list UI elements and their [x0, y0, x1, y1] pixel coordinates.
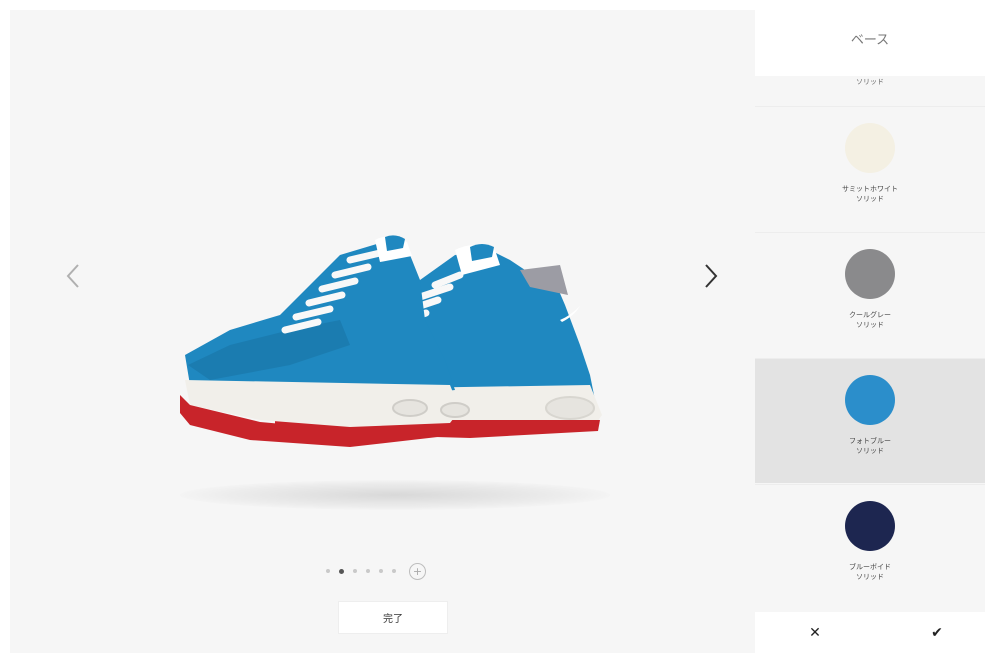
swatch-finish: ソリッド	[856, 195, 884, 203]
plus-circle-icon[interactable]: +	[409, 562, 426, 580]
pagination-dot[interactable]	[353, 569, 357, 573]
swatch-photo-blue-selected[interactable]: フォトブルー ソリッド	[755, 358, 985, 483]
pagination-dot[interactable]	[326, 569, 330, 573]
done-button[interactable]: 完了	[338, 601, 448, 634]
swatch-finish: ソリッド	[856, 573, 884, 581]
swatch-circle	[845, 123, 895, 173]
swatch-color-name: クールグレー	[849, 311, 891, 319]
swatch-finish: ソリッド	[856, 447, 884, 455]
pagination-dot[interactable]	[366, 569, 370, 573]
color-options-panel: ベース ソリッド サミットホワイト ソリッド クールグレー ソリッド フォトブル…	[755, 0, 985, 653]
swatch-cool-grey[interactable]: クールグレー ソリッド	[755, 232, 985, 357]
chevron-right-icon	[705, 264, 718, 288]
pagination-dot-active[interactable]	[339, 568, 344, 574]
front-shoe	[180, 235, 470, 447]
panel-title: ベース	[755, 0, 985, 76]
confirm-button[interactable]: ✔	[917, 620, 957, 646]
swatch-color-name: サミットホワイト	[842, 185, 898, 193]
panel-footer: ✕ ✔	[755, 612, 985, 653]
swatch-circle	[845, 501, 895, 551]
product-viewer: + 完了	[10, 10, 755, 653]
swatch-finish: ソリッド	[856, 321, 884, 329]
cancel-button[interactable]: ✕	[795, 620, 835, 646]
swatch-blue-void[interactable]: ブルーボイド ソリッド	[755, 484, 985, 609]
previous-swatch-finish-label: ソリッド	[856, 78, 884, 86]
swatch-color-name: ブルーボイド	[849, 563, 891, 571]
pagination-dot[interactable]	[379, 569, 383, 573]
swatch-circle	[845, 375, 895, 425]
view-pagination: +	[326, 561, 426, 581]
next-view-button[interactable]	[696, 258, 726, 294]
previous-view-button[interactable]	[58, 258, 88, 294]
shoe-preview-image	[170, 225, 610, 515]
swatch-summit-white[interactable]: サミットホワイト ソリッド	[755, 106, 985, 231]
close-icon: ✕	[809, 625, 821, 641]
chevron-left-icon	[66, 264, 79, 288]
swatch-color-name: フォトブルー	[849, 437, 891, 445]
swatch-circle	[845, 249, 895, 299]
checkmark-icon: ✔	[931, 625, 943, 641]
pagination-dot[interactable]	[392, 569, 396, 573]
